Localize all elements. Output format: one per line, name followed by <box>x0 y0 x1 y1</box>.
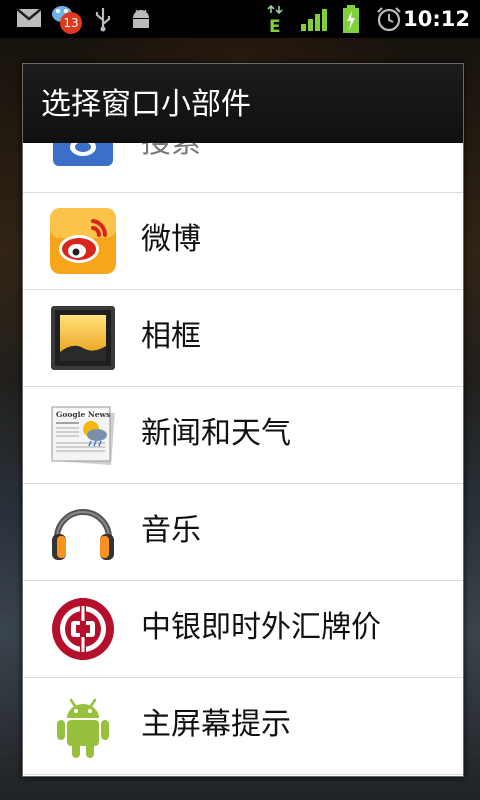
search-widget-icon <box>53 143 113 166</box>
widget-item-label: 微博 <box>141 222 201 257</box>
network-type-label: E <box>269 17 281 34</box>
status-time: 10:12 <box>403 7 470 31</box>
signal-icon <box>301 9 327 31</box>
news-weather-icon: Google News <box>51 406 115 466</box>
network-type-icon: E <box>267 4 283 34</box>
widget-item-label: 音乐 <box>141 513 201 548</box>
dialog-title: 选择窗口小部件 <box>41 87 251 122</box>
widget-item-news-weather[interactable]: Google News 新闻和天气 <box>23 387 463 484</box>
widget-item-label: 搜索 <box>141 143 201 162</box>
alarm-icon <box>377 7 401 32</box>
widget-item-search[interactable]: 搜索 <box>23 143 463 193</box>
widget-item-home-tips[interactable]: 主屏幕提示 <box>23 678 463 775</box>
widget-item-boc-forex[interactable]: 中银即时外汇牌价 <box>23 581 463 678</box>
android-robot-icon <box>57 698 109 758</box>
widget-item-label: 主屏幕提示 <box>141 707 291 742</box>
dialog-header: 选择窗口小部件 <box>23 64 463 144</box>
android-debug-icon <box>133 9 149 28</box>
widget-picker-dialog: 选择窗口小部件 搜索 <box>22 63 464 777</box>
widget-list[interactable]: 搜索 微博 <box>23 143 463 776</box>
notification-count-badge: 13 <box>60 12 82 34</box>
svg-text:Google News: Google News <box>56 410 110 419</box>
gmail-icon <box>16 8 42 27</box>
weibo-icon <box>50 208 116 274</box>
usb-icon <box>95 8 111 32</box>
bank-of-china-icon <box>52 598 114 660</box>
battery-charging-icon <box>343 5 359 33</box>
picture-frame-icon <box>51 306 115 370</box>
widget-item-music[interactable]: 音乐 <box>23 484 463 581</box>
widget-item-picture-frame[interactable]: 相框 <box>23 290 463 387</box>
widget-item-label: 相框 <box>141 319 201 354</box>
widget-item-label: 新闻和天气 <box>141 416 291 451</box>
widget-item-label: 中银即时外汇牌价 <box>141 610 381 645</box>
widget-item-weibo[interactable]: 微博 <box>23 193 463 290</box>
status-bar: 13 E 10:12 <box>0 0 480 38</box>
headphones-icon <box>52 509 114 560</box>
